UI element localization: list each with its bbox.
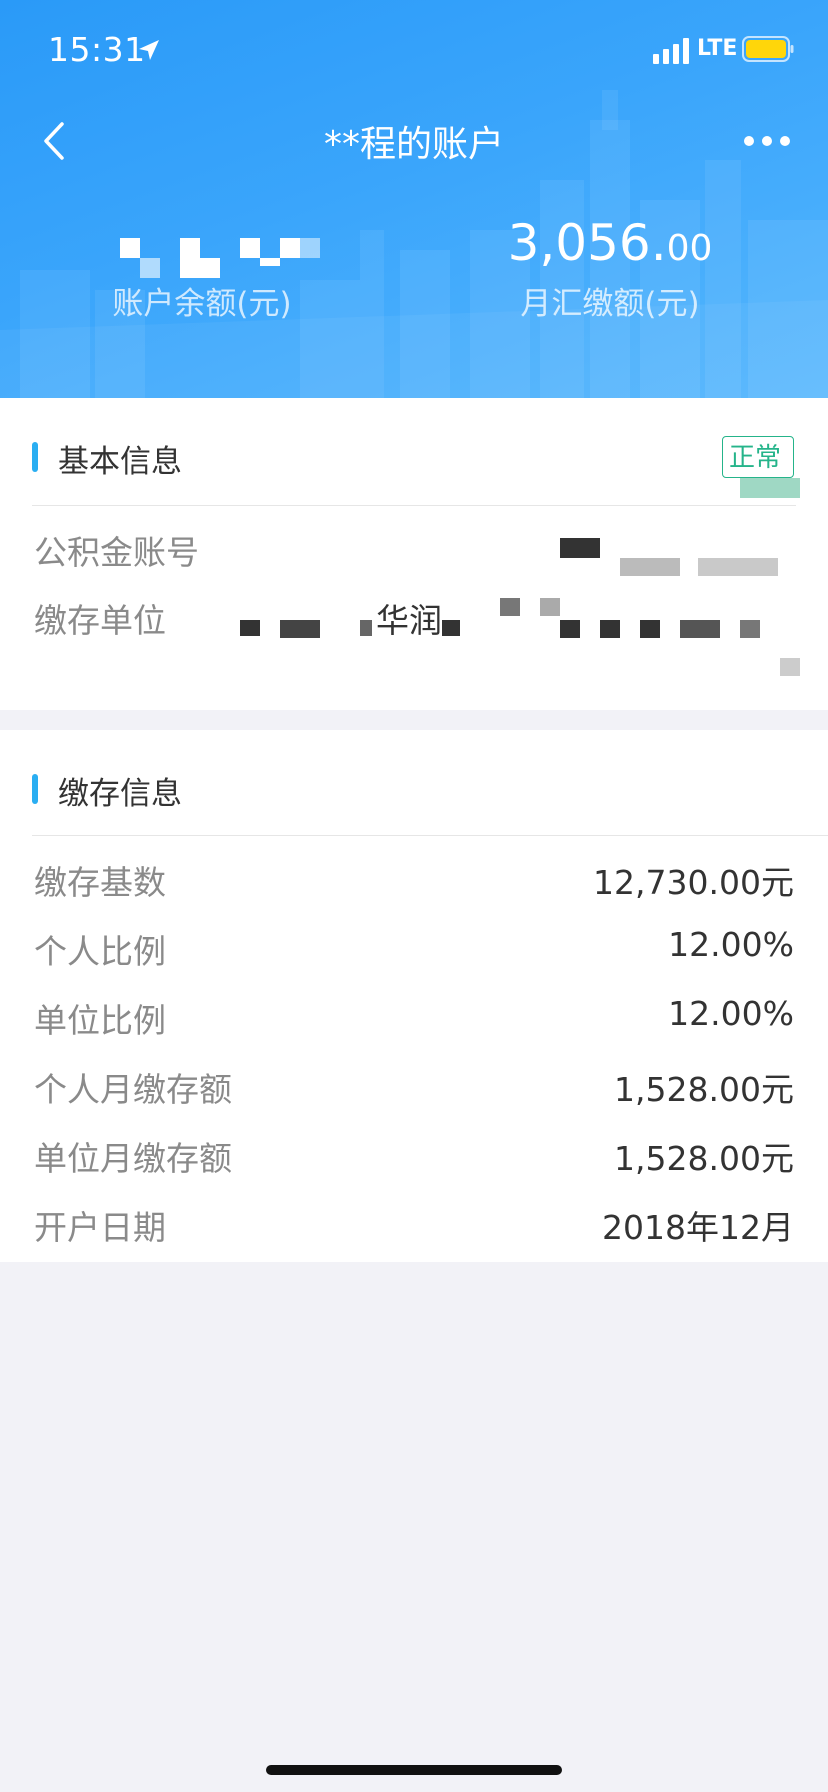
status-bar: 15:31 LTE xyxy=(0,30,828,70)
balance-stat: 账户余额(元) xyxy=(52,210,352,323)
monthly-label: 月汇缴额(元) xyxy=(520,286,700,322)
battery-icon xyxy=(742,36,794,62)
employer-label: 缴存单位 xyxy=(34,601,166,640)
divider xyxy=(32,835,828,836)
section-accent-bar xyxy=(32,774,38,804)
basic-info-title: 基本信息 xyxy=(58,444,182,480)
employer-ratio-value: 12.00% xyxy=(668,994,794,1033)
network-type: LTE xyxy=(697,36,738,61)
monthly-value: 3,056.00 xyxy=(507,214,713,272)
basic-info-card: 基本信息 正常 公积金账号 缴存单位 华润 xyxy=(0,398,828,710)
employer-monthly-value: 1,528.00元 xyxy=(614,1139,794,1178)
personal-ratio-value: 12.00% xyxy=(668,925,794,964)
employer-ratio-label: 单位比例 xyxy=(34,1001,166,1040)
signal-icon xyxy=(653,38,689,64)
personal-ratio-label: 个人比例 xyxy=(34,932,166,971)
divider xyxy=(32,505,796,506)
header-banner: 15:31 LTE **程的账户 账户余额(元) 3,056.00 月汇缴额(元… xyxy=(0,0,828,398)
deposit-info-title: 缴存信息 xyxy=(58,776,182,812)
deposit-info-card: 缴存信息 缴存基数 12,730.00元 个人比例 12.00% 单位比例 12… xyxy=(0,730,828,1262)
employer-monthly-label: 单位月缴存额 xyxy=(34,1139,232,1178)
account-number-label: 公积金账号 xyxy=(34,533,199,572)
location-arrow-icon xyxy=(139,40,159,60)
personal-monthly-label: 个人月缴存额 xyxy=(34,1070,232,1109)
status-time: 15:31 xyxy=(48,30,146,69)
personal-monthly-value: 1,528.00元 xyxy=(614,1070,794,1109)
monthly-stat: 3,056.00 月汇缴额(元) xyxy=(460,210,760,323)
balance-label: 账户余额(元) xyxy=(112,286,292,322)
page-title: **程的账户 xyxy=(323,124,504,165)
deposit-base-label: 缴存基数 xyxy=(34,863,166,902)
deposit-base-value: 12,730.00元 xyxy=(593,863,794,902)
status-badge: 正常 xyxy=(722,436,794,478)
section-accent-bar xyxy=(32,442,38,472)
open-date-label: 开户日期 xyxy=(34,1208,166,1247)
employer-visible-text: 华润 xyxy=(376,601,442,640)
home-indicator[interactable] xyxy=(266,1765,562,1775)
more-icon[interactable] xyxy=(742,124,792,158)
open-date-value: 2018年12月 xyxy=(602,1208,794,1247)
